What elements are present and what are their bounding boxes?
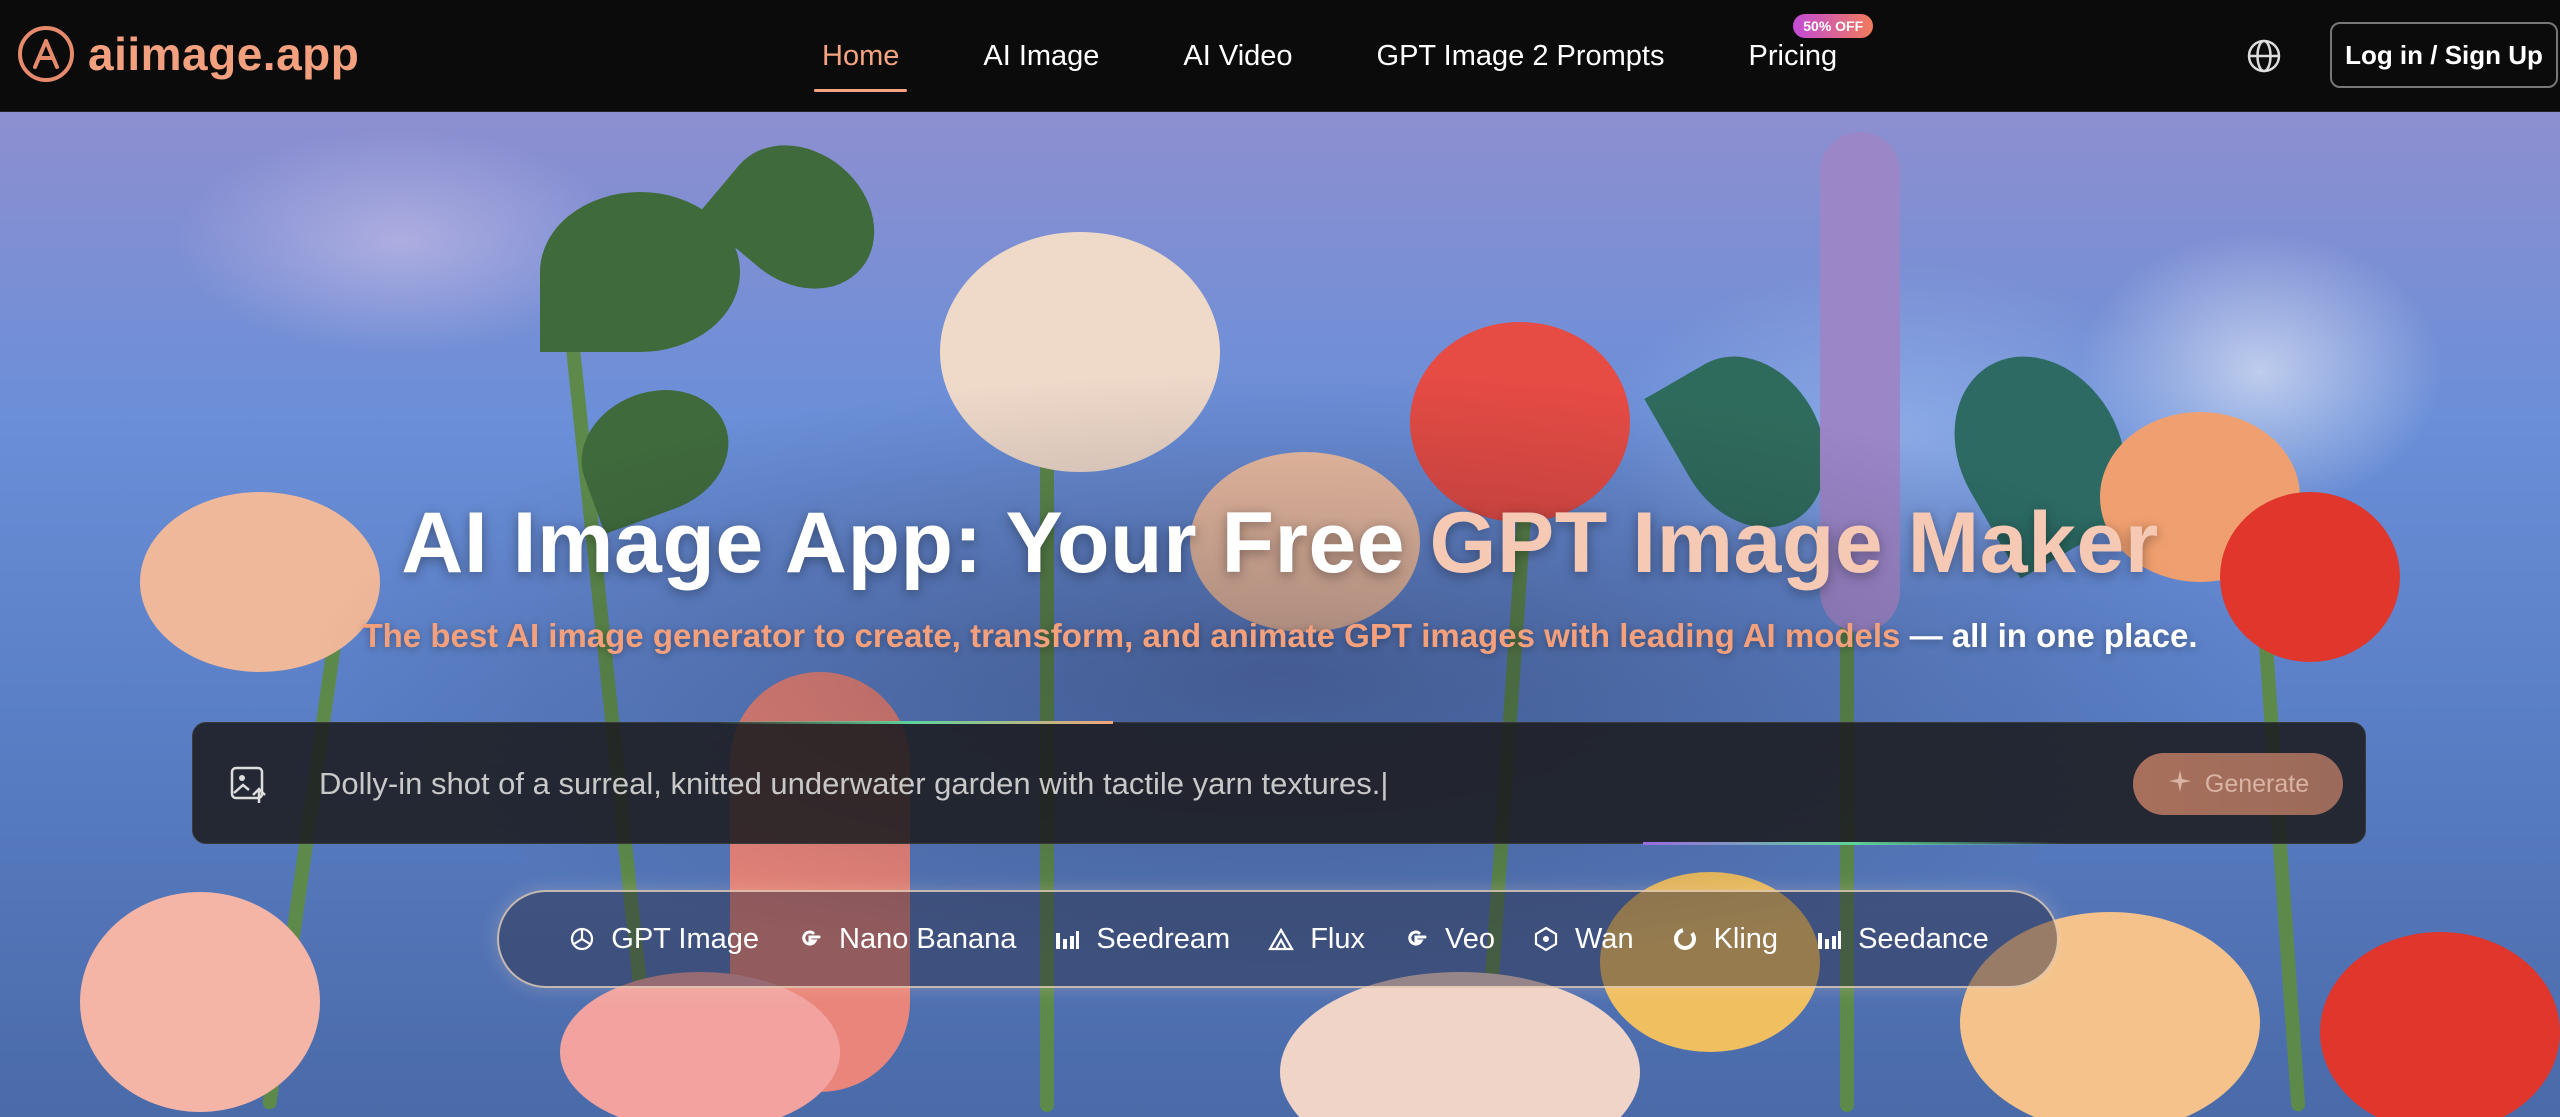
- nav-home[interactable]: Home: [800, 0, 921, 112]
- model-kling[interactable]: Kling: [1670, 923, 1778, 956]
- logo-icon: [18, 26, 74, 82]
- google-icon: [1401, 924, 1431, 954]
- sparkle-icon: [2167, 768, 2193, 801]
- brand-logo[interactable]: aiimage.app: [18, 26, 359, 82]
- openai-icon: [567, 924, 597, 954]
- model-nano-banana[interactable]: Nano Banana: [795, 923, 1016, 956]
- nav-pricing[interactable]: Pricing 50% OFF: [1727, 0, 1874, 112]
- model-veo[interactable]: Veo: [1401, 923, 1495, 956]
- top-navbar: aiimage.app Home AI Image AI Video GPT I…: [0, 0, 2560, 112]
- hero-subtitle: The best AI image generator to create, t…: [362, 617, 2198, 654]
- brand-name: aiimage.app: [88, 28, 360, 80]
- hero-section: AI Image App: Your Free GPT Image Maker …: [0, 112, 2560, 1117]
- generate-button[interactable]: Generate: [2133, 753, 2343, 815]
- wan-icon: [1531, 924, 1561, 954]
- nav-ai-image[interactable]: AI Image: [961, 0, 1121, 112]
- globe-icon[interactable]: [2244, 36, 2284, 76]
- hero-title: AI Image App: Your Free GPT Image Maker: [401, 495, 2159, 591]
- flux-icon: [1266, 924, 1296, 954]
- model-seedance[interactable]: Seedance: [1814, 923, 1989, 956]
- nav-gpt-image-2-prompts[interactable]: GPT Image 2 Prompts: [1355, 0, 1687, 112]
- prompt-input[interactable]: [319, 759, 2119, 809]
- model-wan[interactable]: Wan: [1531, 923, 1634, 956]
- model-flux[interactable]: Flux: [1266, 923, 1365, 956]
- kling-icon: [1670, 924, 1700, 954]
- bars-icon: [1814, 924, 1844, 954]
- login-signup-button[interactable]: Log in / Sign Up: [2330, 22, 2558, 88]
- nav-ai-video[interactable]: AI Video: [1161, 0, 1314, 112]
- bars-icon: [1052, 924, 1082, 954]
- discount-badge: 50% OFF: [1793, 14, 1874, 38]
- model-gpt-image[interactable]: GPT Image: [567, 923, 759, 956]
- prompt-box: Generate: [192, 721, 2366, 845]
- model-seedream[interactable]: Seedream: [1052, 923, 1230, 956]
- image-upload-icon[interactable]: [229, 765, 269, 805]
- google-icon: [795, 924, 825, 954]
- model-selector: GPT Image Nano Banana Seedream Flux Veo …: [497, 890, 2059, 988]
- main-nav: Home AI Image AI Video GPT Image 2 Promp…: [800, 0, 1899, 112]
